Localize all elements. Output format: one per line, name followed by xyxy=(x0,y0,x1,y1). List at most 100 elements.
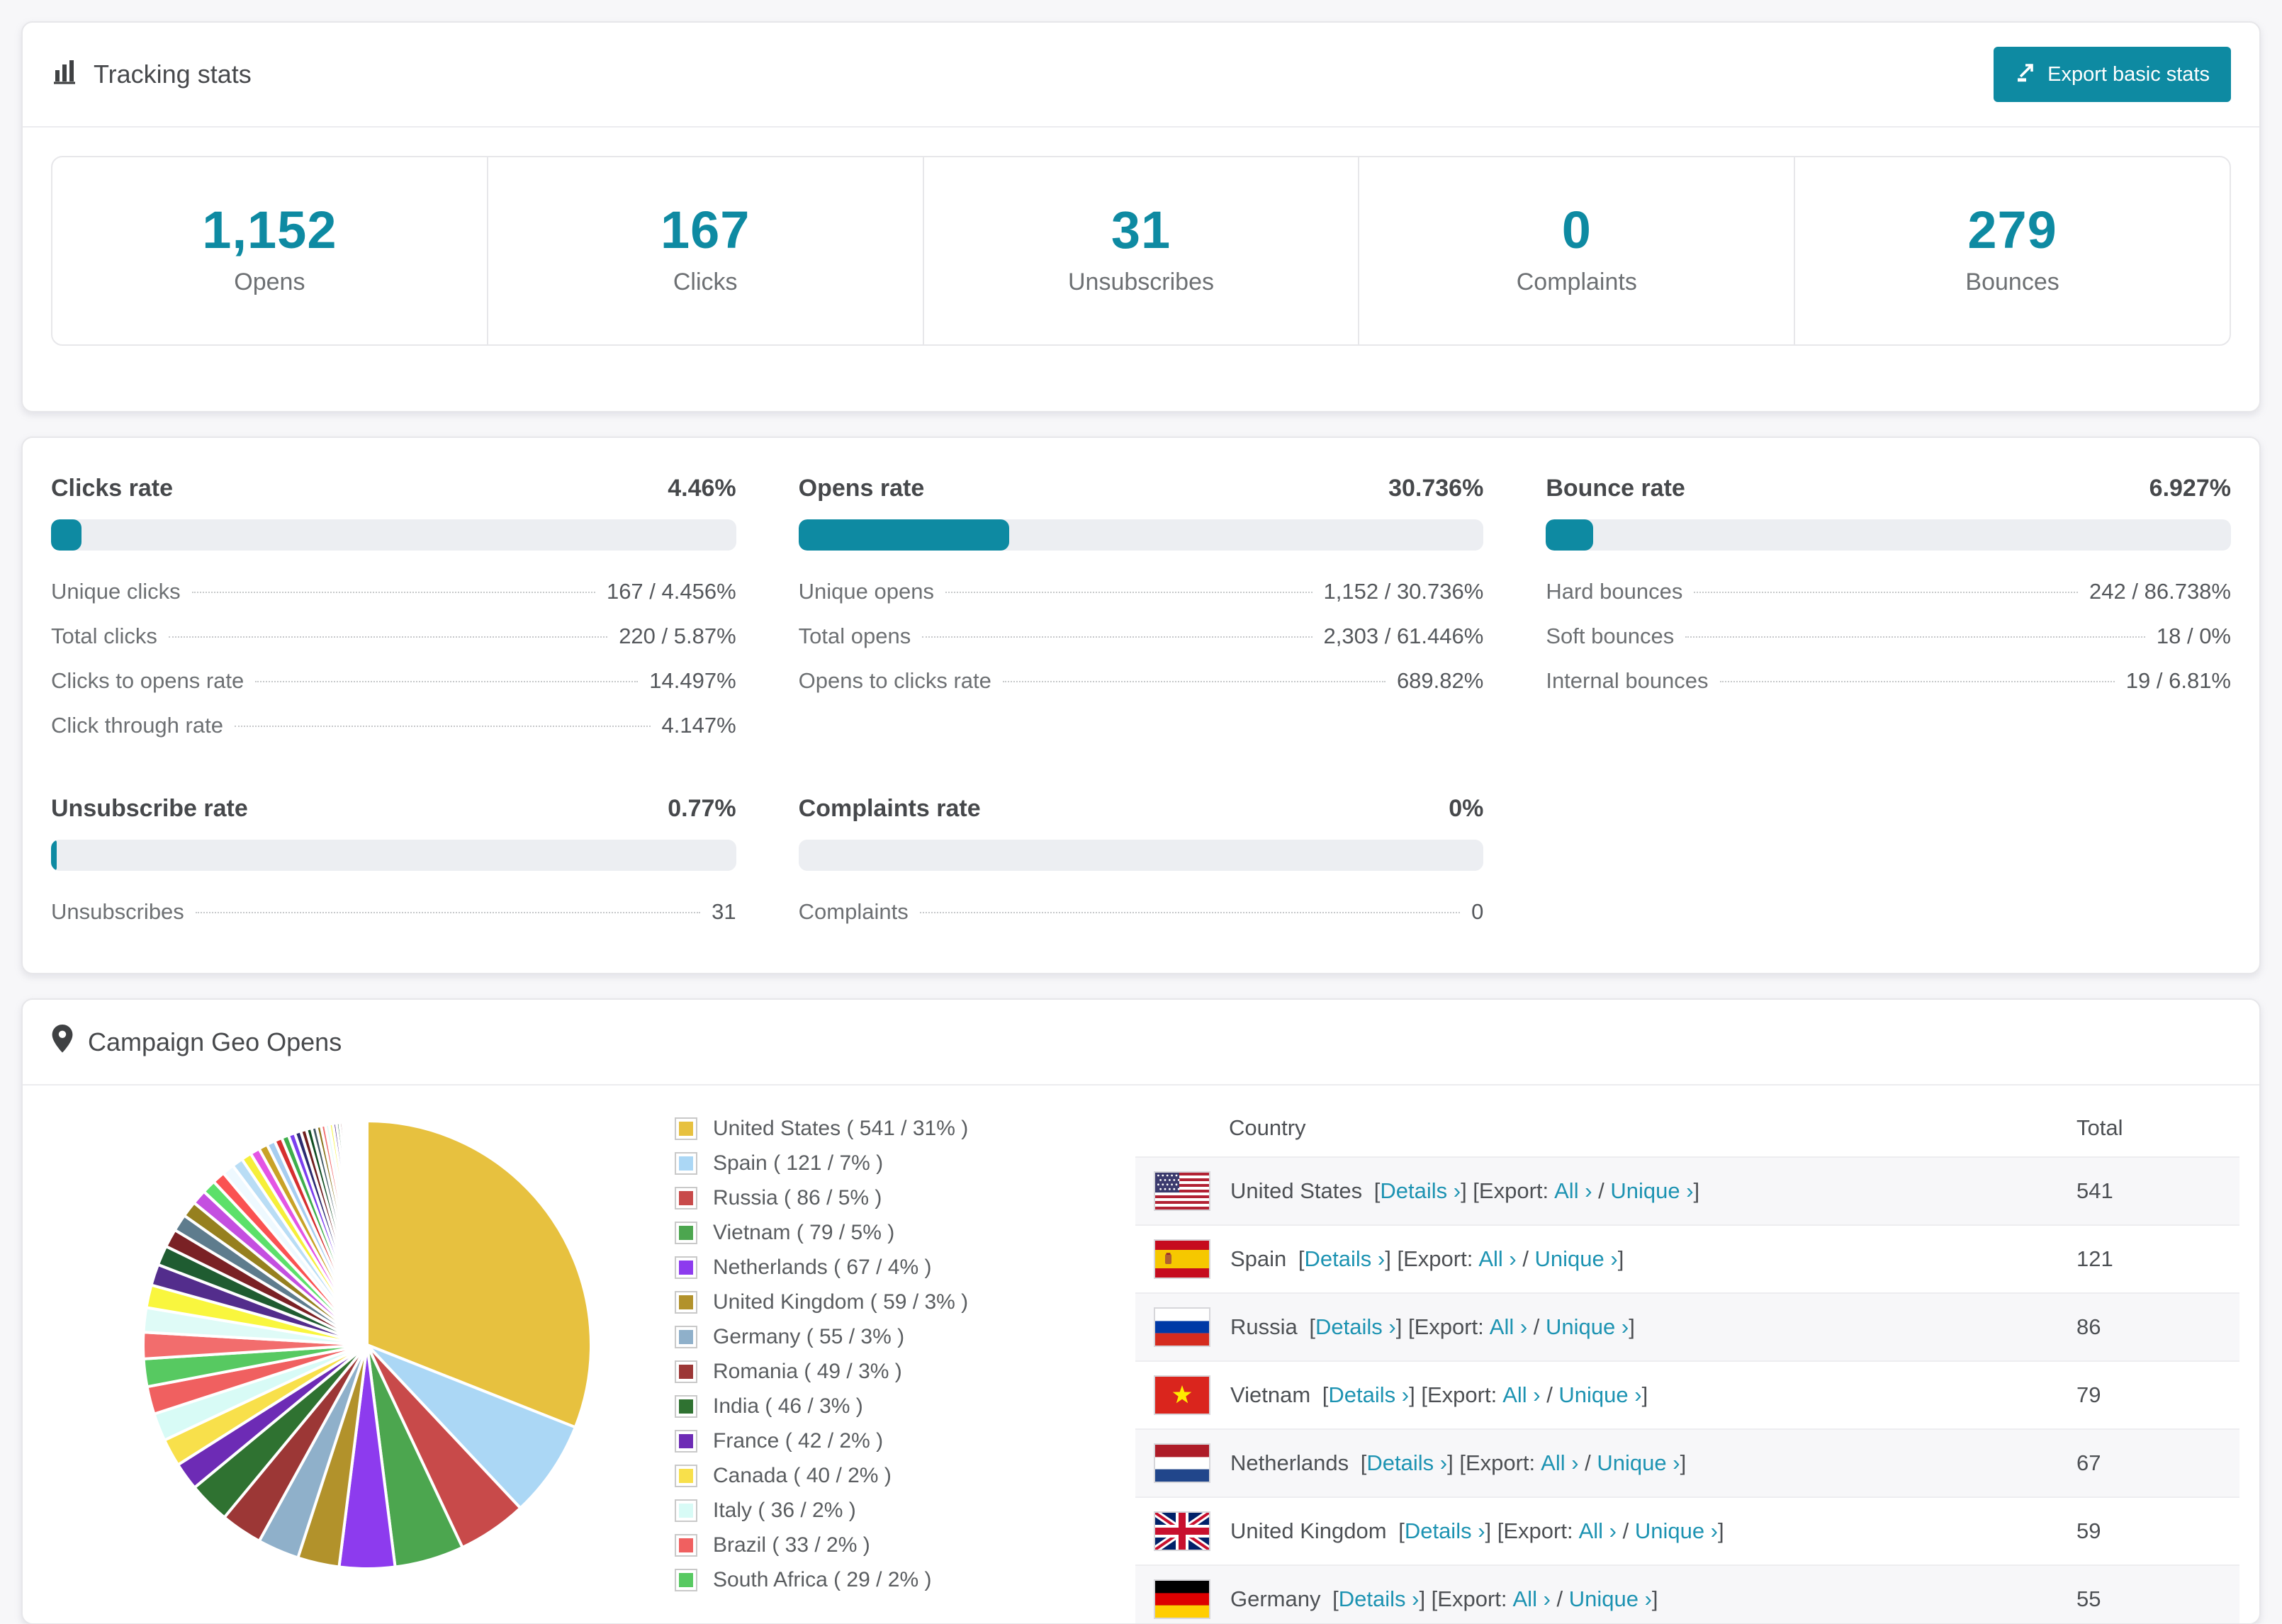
geo-title: Campaign Geo Opens xyxy=(88,1027,342,1056)
details-link[interactable]: Details › xyxy=(1380,1178,1461,1203)
rate-percent: 6.927% xyxy=(2149,475,2231,502)
progress-track xyxy=(51,519,736,551)
total-cell: 67 xyxy=(2076,1450,2101,1475)
export-unique-link[interactable]: Unique › xyxy=(1610,1178,1693,1203)
rate-row-label: Total opens xyxy=(798,624,911,648)
geo-body: United States ( 541 / 31% ) Spain ( 121 … xyxy=(23,1086,2259,1623)
legend-label: United States ( 541 / 31% ) xyxy=(713,1117,969,1140)
export-all-link[interactable]: All › xyxy=(1554,1178,1592,1203)
export-unique-link[interactable]: Unique › xyxy=(1558,1382,1641,1407)
legend-swatch xyxy=(675,1395,697,1418)
export-icon xyxy=(2015,61,2036,88)
export-unique-link[interactable]: Unique › xyxy=(1535,1246,1618,1271)
export-prefix: Export: xyxy=(1503,1518,1573,1543)
legend-label: France ( 42 / 2% ) xyxy=(713,1429,884,1453)
flag-nl-icon xyxy=(1154,1443,1210,1483)
progress-fill xyxy=(798,519,1009,551)
export-unique-link[interactable]: Unique › xyxy=(1597,1450,1680,1475)
dotted-leader xyxy=(168,636,608,638)
country-name: Vietnam xyxy=(1230,1382,1311,1407)
legend-item: Romania ( 49 / 3% ) xyxy=(675,1360,1135,1384)
rate-title: Complaints rate xyxy=(798,795,981,822)
legend-swatch xyxy=(675,1291,697,1314)
total-cell: 55 xyxy=(2076,1586,2101,1611)
campaign-geo-opens-card: Campaign Geo Opens United States ( 541 /… xyxy=(21,998,2261,1624)
rate-row-value: 1,152 / 30.736% xyxy=(1323,579,1484,604)
details-link[interactable]: Details › xyxy=(1405,1518,1485,1543)
rate-row-value: 689.82% xyxy=(1396,668,1484,693)
country-name: Netherlands xyxy=(1230,1450,1349,1475)
details-link[interactable]: Details › xyxy=(1315,1314,1396,1339)
country-cell: United States [Details ›] [Export: All › … xyxy=(1135,1171,2076,1211)
rate-block: Opens rate 30.736% Unique opens 1,152 / … xyxy=(798,475,1484,738)
stat-cell-unsubscribes: 31 Unsubscribes xyxy=(922,157,1359,344)
rate-row-label: Internal bounces xyxy=(1546,668,1709,693)
legend-item: Spain ( 121 / 7% ) xyxy=(675,1151,1135,1175)
rate-row-label: Unique clicks xyxy=(51,579,181,604)
details-link[interactable]: Details › xyxy=(1328,1382,1409,1407)
legend-swatch xyxy=(675,1326,697,1348)
country-cell: Germany [Details ›] [Export: All › / Uniq… xyxy=(1135,1579,2076,1619)
export-unique-link[interactable]: Unique › xyxy=(1635,1518,1718,1543)
rate-row: Clicks to opens rate 14.497% xyxy=(51,668,736,694)
details-link[interactable]: Details › xyxy=(1366,1450,1447,1475)
export-button-label: Export basic stats xyxy=(2047,62,2210,86)
rate-row: Total clicks 220 / 5.87% xyxy=(51,624,736,649)
country-text: Netherlands [Details ›] [Export: All › / … xyxy=(1230,1450,1687,1475)
legend-item: Italy ( 36 / 2% ) xyxy=(675,1499,1135,1523)
details-link[interactable]: Details › xyxy=(1305,1246,1386,1271)
pie-slice xyxy=(364,1119,369,1346)
rate-row: Internal bounces 19 / 6.81% xyxy=(1546,668,2231,694)
stat-value: 0 xyxy=(1561,201,1592,259)
details-link[interactable]: Details › xyxy=(1339,1586,1420,1611)
export-all-link[interactable]: All › xyxy=(1579,1518,1617,1543)
rates-grid: Clicks rate 4.46% Unique clicks 167 / 4.… xyxy=(51,475,2231,925)
geo-table-row-nl: Netherlands [Details ›] [Export: All › / … xyxy=(1135,1428,2239,1496)
geo-title-row: Campaign Geo Opens xyxy=(51,1024,342,1060)
country-name: United States xyxy=(1230,1178,1363,1203)
progress-fill xyxy=(51,519,82,551)
legend-label: Germany ( 55 / 3% ) xyxy=(713,1325,905,1348)
legend-swatch xyxy=(675,1222,697,1244)
page-title: Tracking stats xyxy=(94,60,252,89)
dotted-leader xyxy=(1685,636,2145,638)
export-prefix: Export: xyxy=(1414,1314,1484,1339)
legend-swatch xyxy=(675,1117,697,1140)
export-basic-stats-button[interactable]: Export basic stats xyxy=(1994,47,2231,102)
dotted-leader xyxy=(255,681,639,682)
export-unique-link[interactable]: Unique › xyxy=(1569,1586,1652,1611)
geo-table-row-gb: United Kingdom [Details ›] [Export: All ›… xyxy=(1135,1496,2239,1564)
geo-table-rows: United States [Details ›] [Export: All › … xyxy=(1135,1156,2239,1623)
geo-header: Campaign Geo Opens xyxy=(23,1000,2259,1084)
stat-label: Opens xyxy=(234,269,305,295)
rate-percent: 4.46% xyxy=(668,475,736,502)
rate-row-label: Click through rate xyxy=(51,713,223,738)
rate-row-label: Unique opens xyxy=(798,579,934,604)
rate-title: Opens rate xyxy=(798,475,925,502)
rate-row-label: Clicks to opens rate xyxy=(51,668,244,693)
export-all-link[interactable]: All › xyxy=(1541,1450,1578,1475)
country-name: United Kingdom xyxy=(1230,1518,1387,1543)
rate-head: Complaints rate 0% xyxy=(799,795,1484,823)
geo-table-row-ru: Russia [Details ›] [Export: All › / Uniqu… xyxy=(1135,1292,2239,1360)
export-all-link[interactable]: All › xyxy=(1502,1382,1540,1407)
legend-item: United States ( 541 / 31% ) xyxy=(675,1117,1135,1141)
country-cell: Netherlands [Details ›] [Export: All › / … xyxy=(1135,1443,2076,1483)
country-name: Germany xyxy=(1230,1586,1321,1611)
geo-pie-wrap xyxy=(51,1100,675,1623)
legend-item: United Kingdom ( 59 / 3% ) xyxy=(675,1290,1135,1314)
stat-label: Clicks xyxy=(673,269,738,295)
stat-value: 31 xyxy=(1111,201,1171,259)
rate-block: Clicks rate 4.46% Unique clicks 167 / 4.… xyxy=(51,475,736,738)
export-all-link[interactable]: All › xyxy=(1478,1246,1516,1271)
legend-item: France ( 42 / 2% ) xyxy=(675,1429,1135,1453)
total-cell: 541 xyxy=(2076,1178,2113,1203)
rate-row-value: 220 / 5.87% xyxy=(619,624,736,648)
export-unique-link[interactable]: Unique › xyxy=(1546,1314,1629,1339)
export-all-link[interactable]: All › xyxy=(1490,1314,1527,1339)
stat-label: Unsubscribes xyxy=(1068,269,1214,295)
export-all-link[interactable]: All › xyxy=(1513,1586,1551,1611)
rate-percent: 0% xyxy=(1449,795,1484,822)
geo-opens-pie-chart xyxy=(141,1119,592,1570)
rate-row: Total opens 2,303 / 61.446% xyxy=(799,624,1484,649)
